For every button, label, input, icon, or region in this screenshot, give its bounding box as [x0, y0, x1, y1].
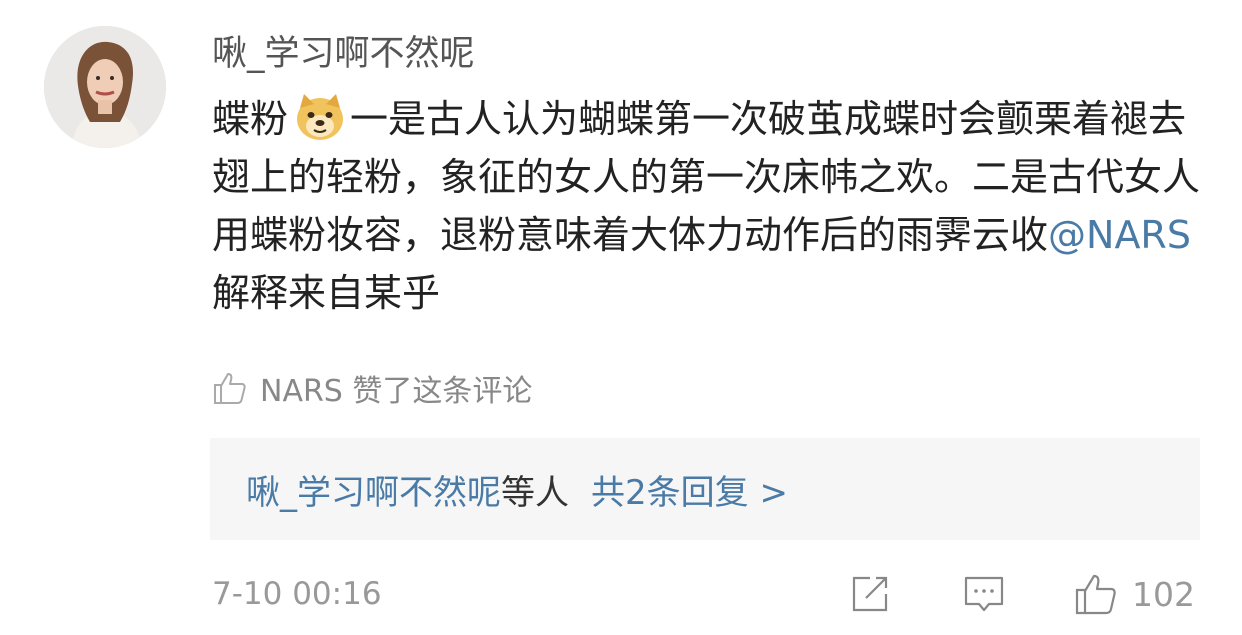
thumbs-up-icon	[1075, 574, 1116, 615]
reply-count-link[interactable]: 共2条回复 >	[591, 465, 788, 514]
comment-text-end: 解释来自某乎	[212, 271, 441, 315]
thumbs-up-icon	[214, 373, 246, 404]
repost-icon	[852, 576, 888, 612]
comment-button[interactable]	[962, 570, 1006, 618]
replies-box[interactable]: 啾_学习啊不然呢 等人 共2条回复 >	[210, 438, 1200, 540]
comment-text: 蝶粉 一是古人认为蝴蝶第一次破茧成蝶时会颤栗着褪去翅上的轻粉，象征的女人的第一次…	[212, 90, 1212, 322]
reply-user-link[interactable]: 啾_学习啊不然呢	[246, 465, 501, 514]
avatar[interactable]	[44, 26, 166, 148]
doge-emoji-icon	[294, 92, 346, 142]
comment-timestamp: 7-10 00:16	[212, 576, 382, 612]
liked-by-text: NARS 赞了这条评论	[260, 374, 533, 409]
like-count: 102	[1132, 574, 1195, 614]
comment-icon	[964, 576, 1004, 612]
comment-text-start: 蝶粉	[212, 97, 289, 141]
like-button[interactable]: 102	[1074, 570, 1195, 618]
comment-username[interactable]: 啾_学习啊不然呢	[212, 30, 475, 78]
reply-etc-text: 等人	[501, 472, 569, 513]
repost-button[interactable]	[848, 570, 892, 618]
mention-link[interactable]: @NARS	[1048, 213, 1191, 257]
liked-by-note: NARS 赞了这条评论	[212, 364, 532, 412]
